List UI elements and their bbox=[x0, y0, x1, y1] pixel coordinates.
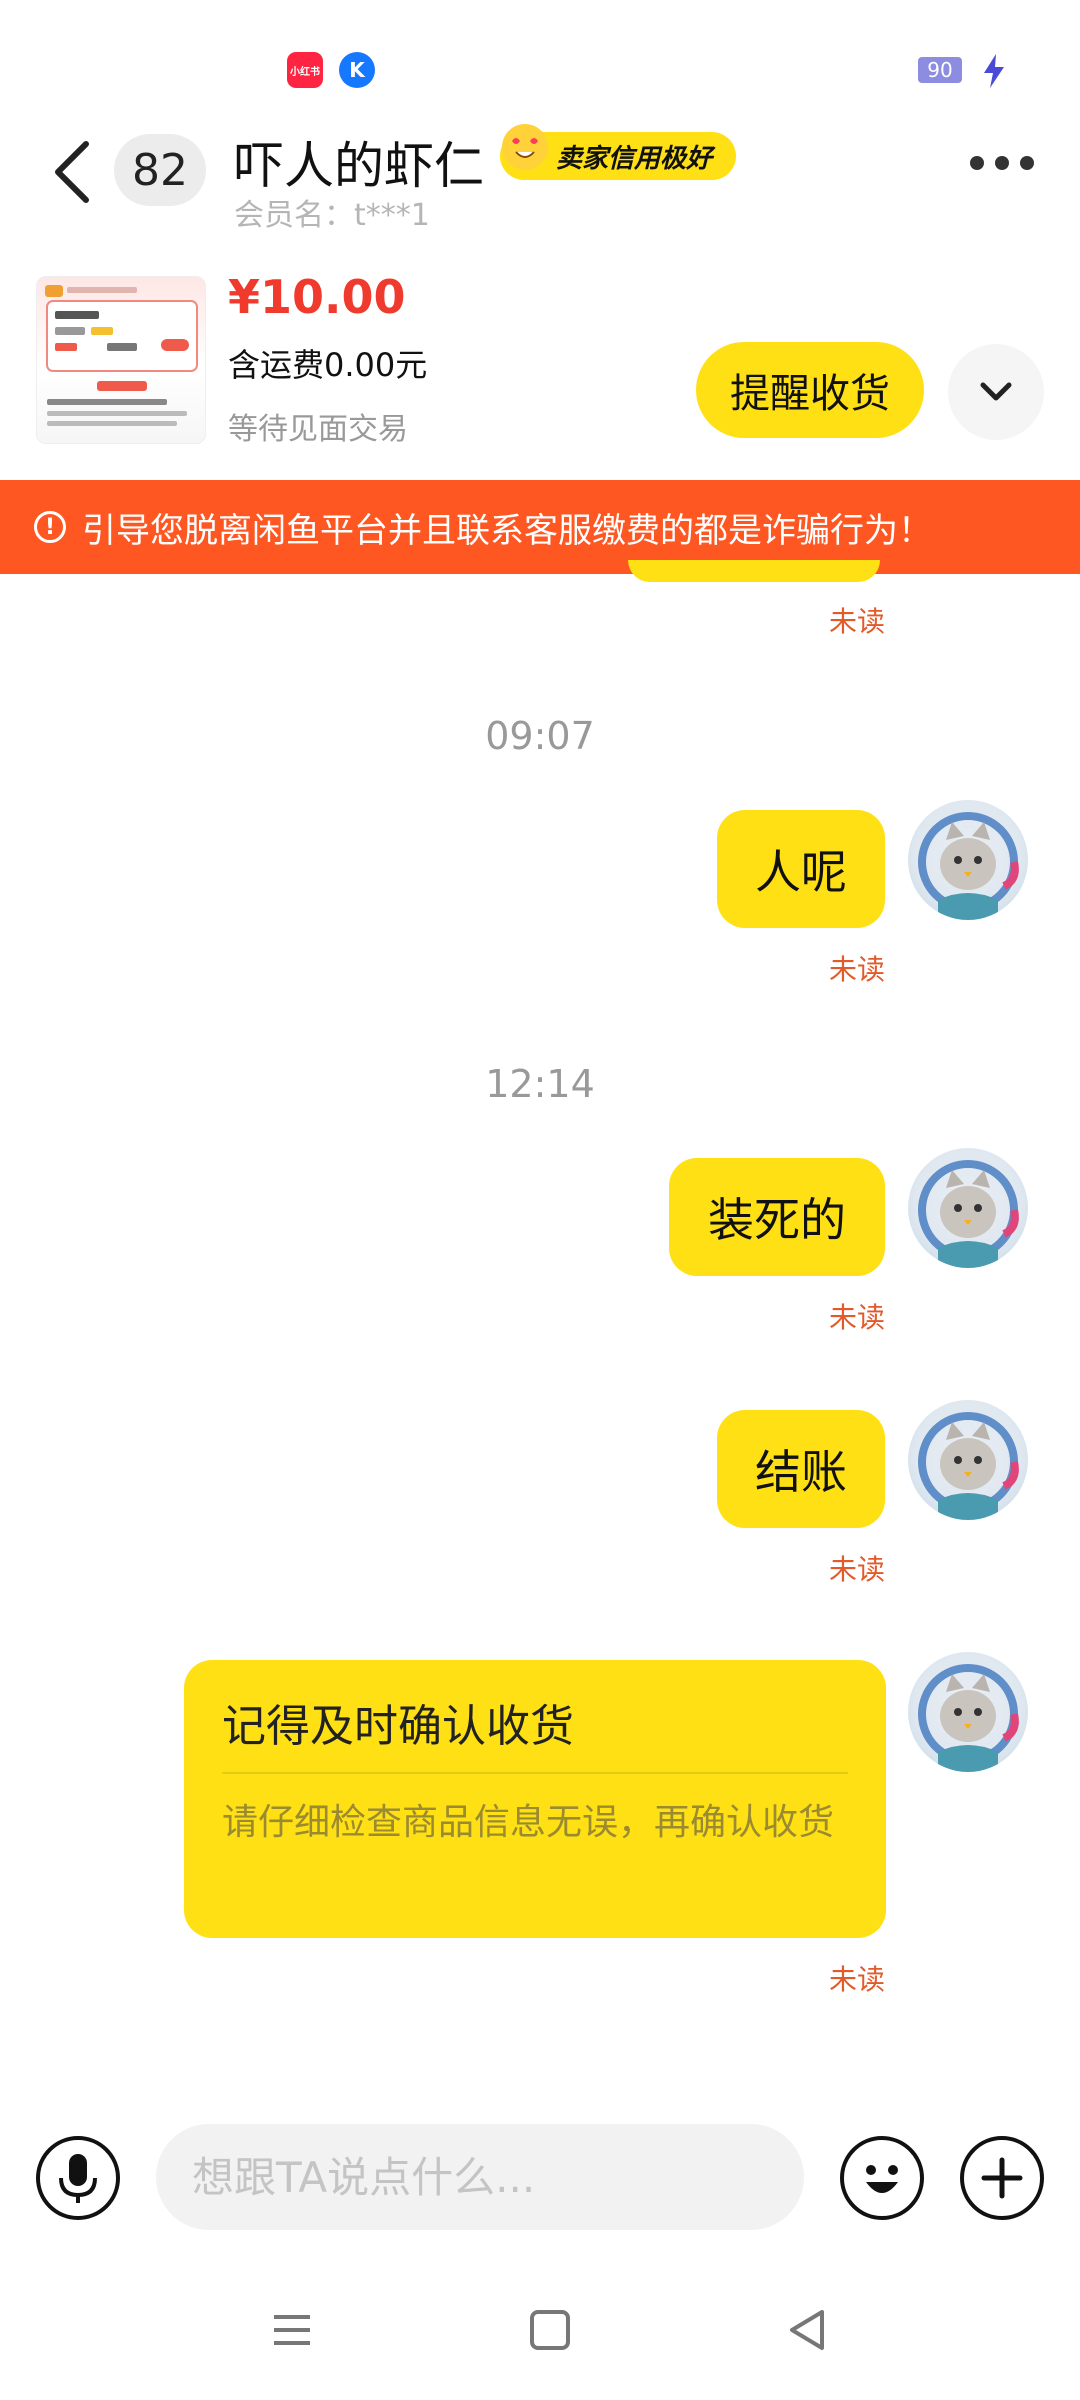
message-text: 装死的 bbox=[708, 1193, 846, 1247]
message-text: 结账 bbox=[755, 1445, 847, 1499]
warning-text: 引导您脱离闲鱼平台并且联系客服缴费的都是诈骗行为！ bbox=[82, 510, 932, 551]
xiaohongshu-label: 小红书 bbox=[290, 66, 320, 78]
more-icon[interactable] bbox=[970, 156, 1034, 176]
message-input[interactable] bbox=[156, 2124, 804, 2230]
chevron-down-icon bbox=[980, 382, 1012, 401]
more-dot bbox=[1020, 156, 1034, 170]
emoji-icon[interactable] bbox=[840, 2136, 924, 2220]
read-status: 未读 bbox=[828, 953, 885, 986]
read-status: 未读 bbox=[828, 605, 885, 638]
xiaohongshu-icon: 小红书 bbox=[287, 52, 323, 88]
remind-receipt-label: 提醒收货 bbox=[730, 371, 890, 417]
alert-circle-icon: ! bbox=[34, 511, 66, 543]
microphone-icon[interactable] bbox=[36, 2136, 120, 2220]
unread-count-badge[interactable]: 82 bbox=[114, 134, 206, 206]
avatar[interactable] bbox=[908, 1400, 1028, 1520]
menu-icon[interactable] bbox=[262, 2300, 322, 2360]
product-thumbnail[interactable] bbox=[36, 276, 206, 444]
k-app-icon: K bbox=[339, 52, 375, 88]
scam-warning-banner: ! 引导您脱离闲鱼平台并且联系客服缴费的都是诈骗行为！ bbox=[0, 480, 1080, 574]
message-bubble[interactable]: 结账 bbox=[717, 1410, 885, 1528]
credit-badge-label: 卖家信用极好 bbox=[556, 143, 713, 174]
timestamp: 12:14 bbox=[485, 1062, 595, 1106]
chat-title: 吓人的虾仁 bbox=[234, 137, 484, 195]
credit-badge[interactable]: 卖家信用极好 bbox=[500, 124, 737, 180]
remind-receipt-button[interactable]: 提醒收货 bbox=[696, 342, 924, 438]
more-dot bbox=[995, 156, 1009, 170]
card-divider bbox=[222, 1772, 848, 1774]
read-status: 未读 bbox=[828, 1963, 885, 1996]
back-triangle-icon[interactable] bbox=[778, 2300, 838, 2360]
battery-indicator: 90 bbox=[918, 57, 962, 83]
order-status: 等待见面交易 bbox=[228, 412, 408, 447]
product-price: ¥10.00 bbox=[228, 270, 406, 324]
lightning-icon bbox=[984, 54, 1004, 88]
message-text: 人呢 bbox=[755, 845, 847, 899]
message-bubble[interactable]: 装死的 bbox=[669, 1158, 885, 1276]
card-title: 记得及时确认收货 bbox=[222, 1701, 574, 1752]
card-body: 请仔细检查商品信息无误，再确认收货 bbox=[222, 1802, 835, 1843]
avatar[interactable] bbox=[908, 1652, 1028, 1772]
message-bubble[interactable]: 人呢 bbox=[717, 810, 885, 928]
expand-button[interactable] bbox=[948, 344, 1044, 440]
chevron-left-icon[interactable] bbox=[50, 140, 94, 204]
more-dot bbox=[970, 156, 984, 170]
member-name: 会员名：t***1 bbox=[234, 198, 430, 233]
shipping-fee: 含运费0.00元 bbox=[228, 346, 428, 384]
heart-eyes-emoji-icon bbox=[502, 124, 548, 170]
timestamp: 09:07 bbox=[485, 714, 595, 758]
confirm-receipt-card[interactable]: 记得及时确认收货 请仔细检查商品信息无误，再确认收货 bbox=[184, 1660, 886, 1938]
avatar[interactable] bbox=[908, 1148, 1028, 1268]
battery-level: 90 bbox=[927, 58, 953, 82]
previous-message-bubble bbox=[628, 560, 880, 582]
k-app-label: K bbox=[349, 58, 365, 82]
avatar[interactable] bbox=[908, 800, 1028, 920]
plus-icon[interactable] bbox=[960, 2136, 1044, 2220]
unread-count-value: 82 bbox=[132, 144, 188, 196]
read-status: 未读 bbox=[828, 1553, 885, 1586]
read-status: 未读 bbox=[828, 1301, 885, 1334]
home-square-icon[interactable] bbox=[520, 2300, 580, 2360]
